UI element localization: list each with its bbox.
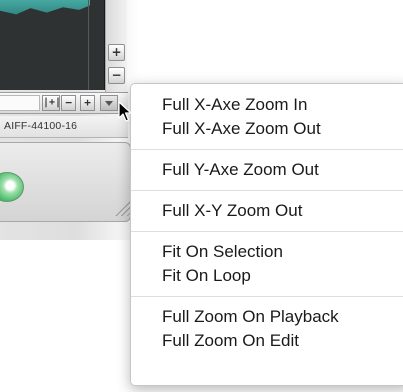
channel-divider — [88, 0, 89, 90]
triangle-down-icon — [105, 101, 113, 106]
menu-item-fit-on-loop[interactable]: Fit On Loop — [131, 264, 403, 288]
horizontal-zoom-in-button[interactable]: + — [80, 95, 95, 111]
status-bar: AIFF-44100-16 — [0, 116, 128, 138]
waveform-graph — [0, 0, 90, 15]
zoom-popup-menu: Full X-Axe Zoom In Full X-Axe Zoom Out Ful… — [130, 83, 403, 386]
menu-separator — [131, 190, 403, 191]
menu-item-full-y-axe-zoom-out[interactable]: Full Y-Axe Zoom Out — [131, 158, 403, 182]
horizontal-zoom-bar: |+| − + — [0, 92, 128, 114]
audio-format-label: AIFF-44100-16 — [4, 120, 78, 132]
menu-item-full-zoom-on-edit[interactable]: Full Zoom On Edit — [131, 329, 403, 353]
menu-separator — [131, 296, 403, 297]
zoom-menu-button[interactable] — [100, 95, 118, 111]
fit-zoom-button[interactable]: |+| — [42, 95, 61, 111]
horizontal-scrollbar[interactable] — [0, 95, 40, 111]
menu-item-full-zoom-on-playback[interactable]: Full Zoom On Playback — [131, 305, 403, 329]
menu-separator — [131, 149, 403, 150]
menu-item-full-x-y-zoom-out[interactable]: Full X-Y Zoom Out — [131, 199, 403, 223]
menu-item-full-x-axe-zoom-in[interactable]: Full X-Axe Zoom In — [131, 93, 403, 117]
horizontal-zoom-out-button[interactable]: − — [61, 95, 76, 111]
menu-item-fit-on-selection[interactable]: Fit On Selection — [131, 240, 403, 264]
arrow-pointer-icon — [118, 101, 132, 122]
menu-item-full-x-axe-zoom-out[interactable]: Full X-Axe Zoom Out — [131, 117, 403, 141]
waveform-view[interactable] — [0, 0, 105, 90]
vertical-zoom-in-button[interactable]: + — [108, 44, 125, 61]
vertical-zoom-out-button[interactable]: − — [108, 67, 125, 84]
menu-separator — [131, 231, 403, 232]
